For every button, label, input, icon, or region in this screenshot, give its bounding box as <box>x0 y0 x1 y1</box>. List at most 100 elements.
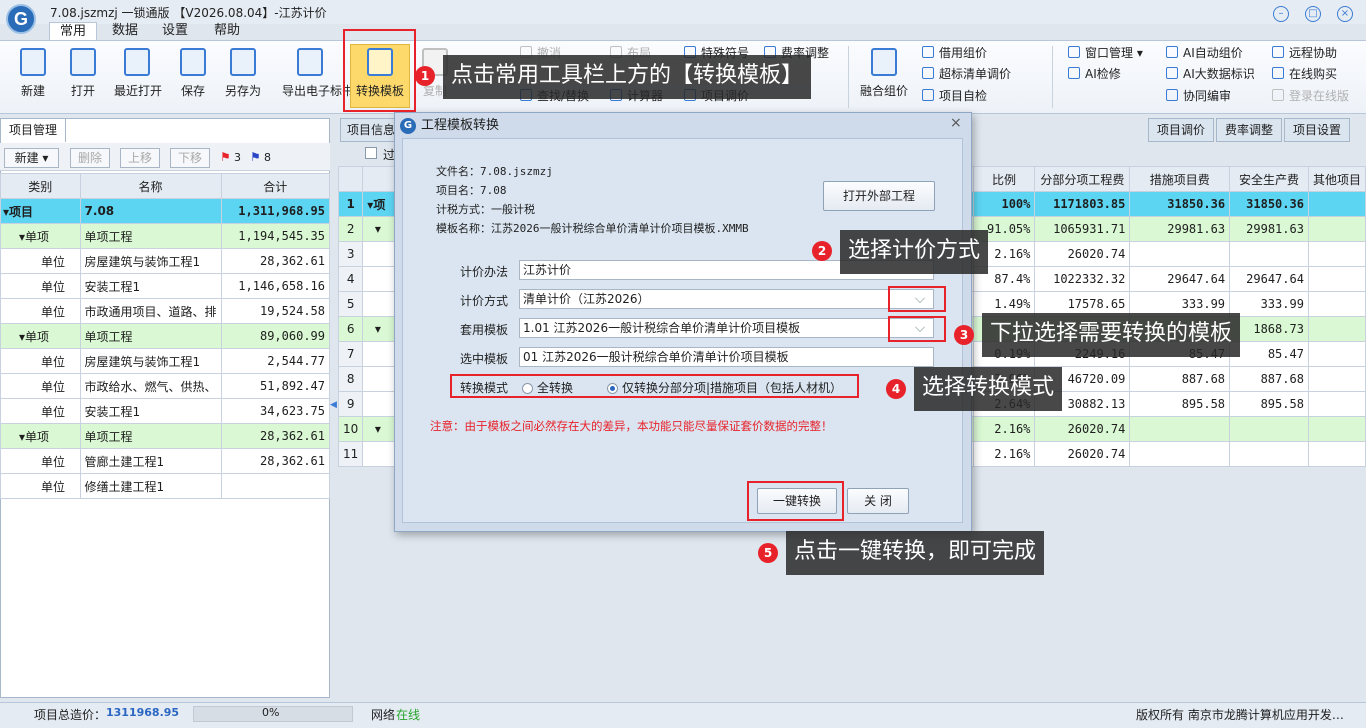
col-header-name[interactable]: 名称 <box>79 173 222 199</box>
new-button[interactable]: 新建 <box>10 48 56 99</box>
tab-home[interactable]: 常用 <box>49 22 97 40</box>
row-safety-fee <box>1229 441 1309 467</box>
new-dropdown-button[interactable]: 新建 ▾ <box>4 148 59 168</box>
row-number: 7 <box>337 341 364 367</box>
tree-category: 单位 <box>0 273 81 299</box>
tree-row[interactable]: 单位 市政给水、燃气、供热、 51,892.47 <box>0 373 331 399</box>
col-header-other-fee[interactable]: 其他项目 <box>1307 166 1366 192</box>
expand-arrow-icon[interactable]: ▾ <box>367 322 381 336</box>
pricing-mode-select[interactable]: 清单计价（江苏2026） <box>519 289 934 309</box>
row-other-fee <box>1307 216 1366 242</box>
col-header-category[interactable]: 类别 <box>0 173 81 199</box>
save-as-icon <box>230 48 256 76</box>
tree-name: 单项工程 <box>79 423 222 449</box>
tree-row[interactable]: ▾单项 单项工程 28,362.61 <box>0 423 331 449</box>
tab-project-settings[interactable]: 项目设置 <box>1284 118 1350 142</box>
filter-checkbox[interactable] <box>365 147 377 159</box>
row-number: 3 <box>337 241 364 267</box>
col-header-subitem-fee[interactable]: 分部分项工程费 <box>1034 166 1131 192</box>
ai-repair-button[interactable]: AI检修 <box>1068 64 1121 84</box>
open-external-project-button[interactable]: 打开外部工程 <box>823 181 935 211</box>
tree-total: 1,194,545.35 <box>220 223 331 249</box>
export-icon <box>297 48 323 76</box>
tree-row[interactable]: ▾单项 单项工程 1,194,545.35 <box>0 223 331 249</box>
merge-icon <box>871 48 897 76</box>
expand-arrow-icon[interactable]: ▾ <box>367 222 381 236</box>
ai-bigdata-button[interactable]: AI大数据标识 <box>1166 64 1255 84</box>
new-file-icon <box>20 48 46 76</box>
window-manage-button[interactable]: 窗口管理 ▾ <box>1068 43 1143 63</box>
tree-category: 单位 <box>0 298 81 324</box>
apply-template-select[interactable]: 1.01 江苏2026一般计税综合单价清单计价项目模板 <box>519 318 934 338</box>
blue-flag-icon[interactable]: ⚑ <box>250 150 261 164</box>
copyright-text: 版权所有 南京市龙腾计算机应用开发… <box>1136 708 1344 722</box>
tree-name: 管廊土建工程1 <box>79 448 222 474</box>
open-button[interactable]: 打开 <box>60 48 106 99</box>
move-up-button[interactable]: 上移 <box>120 148 160 168</box>
col-header-total[interactable]: 合计 <box>220 173 331 199</box>
tab-fee-rate[interactable]: 费率调整 <box>1216 118 1282 142</box>
tree-row[interactable]: 单位 修缮土建工程1 <box>0 473 331 499</box>
tree-row[interactable]: 单位 房屋建筑与装饰工程1 2,544.77 <box>0 348 331 374</box>
borrow-pricing-button[interactable]: 借用组价 <box>922 43 987 63</box>
tree-row[interactable]: ▾单项 单项工程 89,060.99 <box>0 323 331 349</box>
save-as-button[interactable]: 另存为 <box>220 48 266 99</box>
col-header-safety-fee[interactable]: 安全生产费 <box>1229 166 1309 192</box>
row-other-fee <box>1307 416 1366 442</box>
tab-help[interactable]: 帮助 <box>207 22 247 40</box>
ai-auto-pricing-button[interactable]: AI自动组价 <box>1166 43 1243 63</box>
tree-name: 安装工程1 <box>79 273 222 299</box>
over-bid-adjust-button[interactable]: 超标清单调价 <box>922 64 1011 84</box>
row-safety-fee <box>1229 241 1309 267</box>
maximize-icon[interactable]: □ <box>1305 6 1321 22</box>
collapse-arrow-icon[interactable]: ◀ <box>330 400 338 410</box>
row-number: 2 <box>337 216 364 242</box>
export-bid-button[interactable]: 导出电子标书 <box>282 48 354 99</box>
minimize-icon[interactable]: – <box>1273 6 1289 22</box>
dialog-close-icon[interactable]: × <box>950 115 962 131</box>
bigdata-icon <box>1166 67 1178 79</box>
row-number: 6 <box>337 316 364 342</box>
window-icon <box>1068 46 1080 58</box>
tab-project-adjust[interactable]: 项目调价 <box>1148 118 1214 142</box>
tree-row[interactable]: 单位 安装工程1 1,146,658.16 <box>0 273 331 299</box>
row-number: 10 <box>337 416 364 442</box>
tab-project-info[interactable]: 项目信息 <box>340 118 402 142</box>
online-buy-button[interactable]: 在线购买 <box>1272 64 1337 84</box>
row-subitem-fee: 26020.74 <box>1034 441 1131 467</box>
progress-text: 0% <box>262 706 280 719</box>
tree-row[interactable]: 单位 房屋建筑与装饰工程1 28,362.61 <box>0 248 331 274</box>
row-other-fee <box>1307 441 1366 467</box>
online-login-button[interactable]: 登录在线版 <box>1272 86 1349 106</box>
recent-button[interactable]: 最近打开 <box>114 48 162 99</box>
move-down-button[interactable]: 下移 <box>170 148 210 168</box>
row-number: 8 <box>337 366 364 392</box>
tree-row[interactable]: 单位 市政通用项目、道路、排 19,524.58 <box>0 298 331 324</box>
tab-settings[interactable]: 设置 <box>155 22 195 40</box>
tree-total: 1,146,658.16 <box>220 273 331 299</box>
tree-row[interactable]: 单位 安装工程1 34,623.75 <box>0 398 331 424</box>
project-name-text: 项目名：7.08 <box>436 184 507 197</box>
row-measure-fee: 29647.64 <box>1129 266 1231 292</box>
expand-arrow-icon[interactable]: ▾ <box>367 422 381 436</box>
co-review-button[interactable]: 协同编审 <box>1166 86 1231 106</box>
merge-pricing-button[interactable]: 融合组价 <box>856 48 912 99</box>
row-safety-fee: 85.47 <box>1229 341 1309 367</box>
tree-row[interactable]: ▾项目 7.08 1,311,968.95 <box>0 198 331 224</box>
row-safety-fee: 1868.73 <box>1229 316 1309 342</box>
tab-data[interactable]: 数据 <box>105 22 145 40</box>
tree-name: 市政通用项目、道路、排 <box>79 298 222 324</box>
row-other-fee <box>1307 191 1366 217</box>
red-flag-icon[interactable]: ⚑ <box>220 150 231 164</box>
self-check-button[interactable]: 项目自检 <box>922 86 987 106</box>
dialog-close-button[interactable]: 关 闭 <box>847 488 909 514</box>
annotation-callout-1: 点击常用工具栏上方的【转换模板】 <box>443 55 812 99</box>
remote-assist-button[interactable]: 远程协助 <box>1272 43 1337 63</box>
col-header-measure-fee[interactable]: 措施项目费 <box>1129 166 1231 192</box>
close-icon[interactable]: × <box>1337 6 1353 22</box>
col-header-ratio[interactable]: 比例 <box>972 166 1036 192</box>
delete-button[interactable]: 删除 <box>70 148 110 168</box>
tab-project-manage[interactable]: 项目管理 <box>0 118 66 142</box>
tree-row[interactable]: 单位 管廊土建工程1 28,362.61 <box>0 448 331 474</box>
save-button[interactable]: 保存 <box>170 48 216 99</box>
